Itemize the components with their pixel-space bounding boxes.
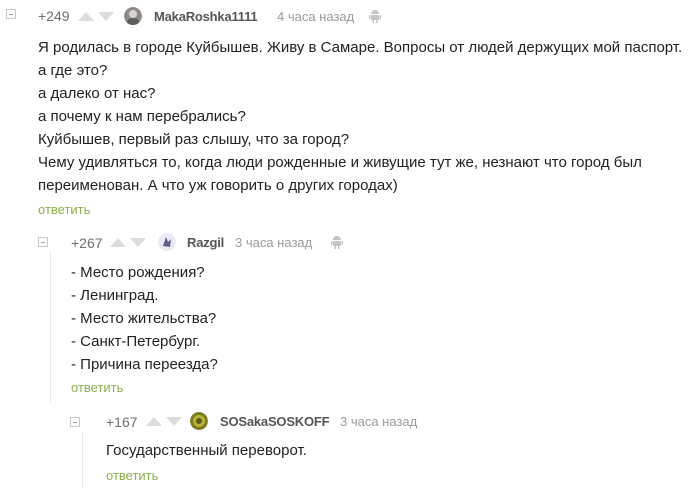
comment-text-line: - Санкт-Петербург. xyxy=(71,333,201,350)
comment-rating: +267 xyxy=(71,235,103,251)
vote-down-icon[interactable] xyxy=(98,12,114,21)
thread-branch-line xyxy=(50,252,51,402)
comment-text-line: - Ленинград. xyxy=(71,287,159,304)
comment-time[interactable]: 4 часа назад xyxy=(277,9,354,24)
comment-rating: +249 xyxy=(38,8,70,24)
vote-up-icon[interactable] xyxy=(146,417,162,426)
reply-button[interactable]: ответить xyxy=(71,380,123,395)
avatar[interactable] xyxy=(158,233,176,251)
comment-rating: +167 xyxy=(106,414,138,430)
comment-author[interactable]: SOSakaSOSKOFF xyxy=(220,414,330,429)
comment-author[interactable]: Razgil xyxy=(187,235,224,250)
comment-text-line: а почему к нам перебрались? xyxy=(38,108,246,125)
comment-text-line: Чему удивляться то, когда люди рожденные… xyxy=(38,154,642,171)
comment-author[interactable]: MakaRoshka1111 xyxy=(154,9,258,24)
vote-down-icon[interactable] xyxy=(166,417,182,426)
vote-down-icon[interactable] xyxy=(130,238,146,247)
collapse-button[interactable] xyxy=(70,417,80,427)
android-icon xyxy=(368,9,382,23)
comment-text-line: - Причина переезда? xyxy=(71,356,218,373)
comment-text-line: переименован. А что уж говорить о других… xyxy=(38,177,398,194)
comment-text-line: - Место жительства? xyxy=(71,310,217,327)
comment-time[interactable]: 3 часа назад xyxy=(340,414,417,429)
reply-button[interactable]: ответить xyxy=(106,468,158,483)
vote-up-icon[interactable] xyxy=(78,12,94,21)
comment-text-line: Я родилась в городе Куйбышев. Живу в Сам… xyxy=(38,39,683,56)
vote-up-icon[interactable] xyxy=(110,238,126,247)
reply-button[interactable]: ответить xyxy=(38,202,90,217)
collapse-button[interactable] xyxy=(6,9,16,19)
android-icon xyxy=(330,235,344,249)
comment-text-line: Государственный переворот. xyxy=(106,442,307,459)
comment-text-line: а далеко от нас? xyxy=(38,85,156,102)
comment-text-line: Куйбышев, первый раз слышу, что за город… xyxy=(38,131,350,148)
avatar[interactable] xyxy=(124,7,142,25)
collapse-button[interactable] xyxy=(38,237,48,247)
comment-text-line: а где это? xyxy=(38,62,108,79)
thread-branch-line xyxy=(82,432,83,488)
comment-text-line: - Место рождения? xyxy=(71,264,205,281)
avatar[interactable] xyxy=(190,412,208,430)
comments-thread: +249 MakaRoshka1111 4 часа назад Я родил… xyxy=(0,0,700,494)
comment-time[interactable]: 3 часа назад xyxy=(235,235,312,250)
